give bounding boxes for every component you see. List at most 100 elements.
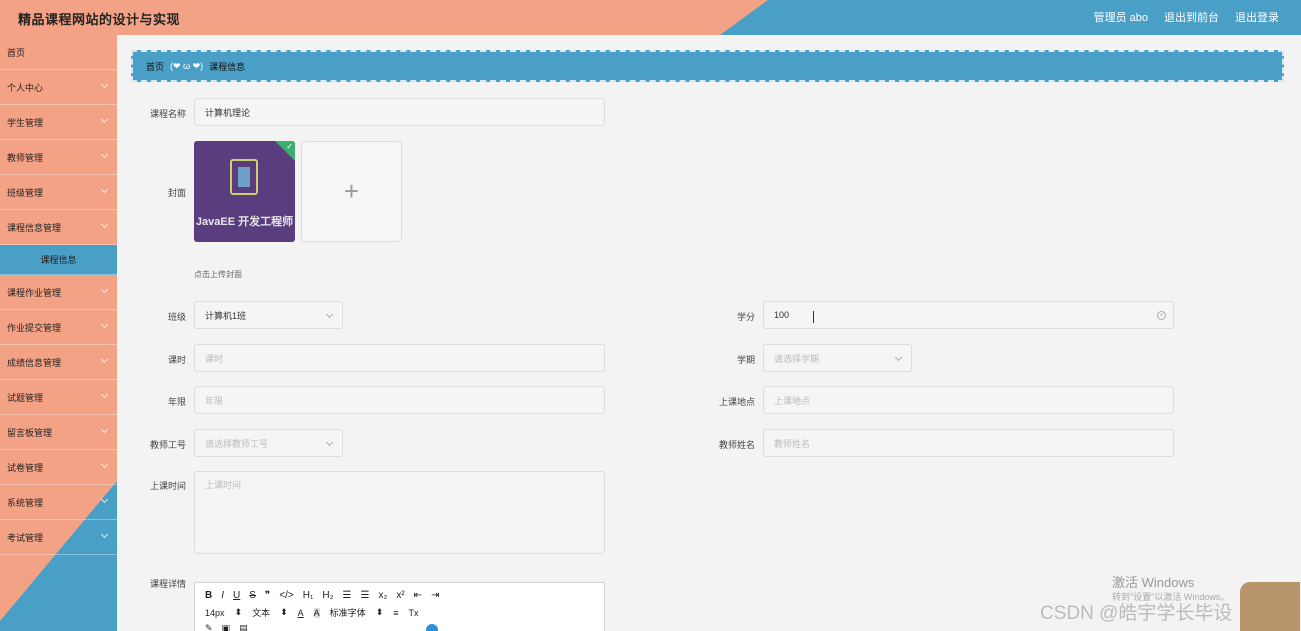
image-button[interactable]: ▣ [222, 623, 231, 631]
header-select[interactable]: 文本 [252, 606, 270, 619]
header-nav: 管理员 abo 退出到前台 退出登录 [1094, 9, 1279, 25]
sidebar-item-11[interactable]: 留言板管理 [0, 415, 117, 450]
credit-input[interactable]: 100 × [763, 301, 1174, 329]
code-button[interactable]: </> [279, 590, 293, 601]
scroll-handle[interactable] [426, 624, 438, 631]
chevron-down-icon [100, 530, 109, 539]
sidebar-item-1[interactable]: 个人中心 [0, 70, 117, 105]
teacher-id-select[interactable]: 请选择教师工号 [194, 429, 343, 457]
top-header: 精品课程网站的设计与实现 管理员 abo 退出到前台 退出登录 [0, 0, 1301, 35]
sidebar-item-13[interactable]: 系统管理 [0, 485, 117, 520]
chevron-down-icon [100, 460, 109, 469]
chevron-down-icon [100, 220, 109, 229]
font-color-button[interactable]: A [298, 608, 304, 618]
subscript-button[interactable]: x₂ [378, 590, 387, 601]
clear-icon[interactable]: × [1157, 311, 1166, 320]
site-title: 精品课程网站的设计与实现 [18, 12, 181, 27]
sidebar-item-0[interactable]: 首页 [0, 35, 117, 70]
class-select-value: 计算机1班 [205, 310, 247, 321]
credit-value: 100 [774, 310, 790, 320]
indent-button[interactable]: ⇥ [431, 590, 439, 601]
link-button[interactable]: ✎ [205, 623, 213, 631]
sidebar-item-6[interactable]: 课程信息 [0, 245, 117, 275]
years-input[interactable]: 年限 [194, 386, 605, 414]
sidebar-item-12[interactable]: 试卷管理 [0, 450, 117, 485]
editor-toolbar-row-2: 14px ⬍ 文本 ⬍ A A 标准字体 ⬍ ≡ Tx [205, 606, 419, 619]
sidebar-item-label: 课程作业管理 [7, 287, 62, 298]
chevron-down-icon [100, 80, 109, 89]
credit-label: 学分 [736, 312, 755, 322]
chevron-down-icon [100, 390, 109, 399]
chevron-down-icon [100, 425, 109, 434]
outdent-button[interactable]: ⇤ [414, 590, 422, 601]
admin-user-link[interactable]: 管理员 abo [1094, 9, 1148, 25]
upload-cover-button[interactable]: + [301, 141, 402, 242]
bullet-list-button[interactable]: ☰ [360, 590, 369, 601]
course-name-input[interactable]: 计算机理论 [194, 98, 605, 126]
cover-image[interactable]: JavaEE 开发工程师 ✓ [194, 141, 295, 242]
chevron-down-icon [100, 355, 109, 364]
location-input[interactable]: 上课地点 [763, 386, 1174, 414]
clear-format-button[interactable]: Tx [409, 608, 419, 618]
italic-button[interactable]: I [221, 590, 224, 601]
h1-button[interactable]: H₁ [303, 590, 314, 601]
sidebar-item-label: 试卷管理 [7, 462, 44, 473]
sidebar-item-2[interactable]: 学生管理 [0, 105, 117, 140]
chevron-down-icon [325, 310, 334, 319]
teacher-id-placeholder: 请选择教师工号 [205, 438, 269, 449]
sidebar-item-label: 班级管理 [7, 187, 44, 198]
bold-button[interactable]: B [205, 590, 212, 601]
chevron-updown-icon: ⬍ [280, 607, 288, 617]
superscript-button[interactable]: x² [396, 590, 404, 601]
font-family-select[interactable]: 标准字体 [330, 606, 366, 619]
sidebar-item-4[interactable]: 班级管理 [0, 175, 117, 210]
editor-toolbar-row-1: B I U S ❞ </> H₁ H₂ ☰ ☰ x₂ x² ⇤ ⇥ [205, 590, 439, 601]
sidebar-item-label: 留言板管理 [7, 427, 53, 438]
sidebar-item-label: 考试管理 [7, 532, 44, 543]
logout-link[interactable]: 退出登录 [1235, 9, 1279, 25]
class-time-textarea[interactable]: 上课时间 [194, 471, 605, 554]
sidebar-item-3[interactable]: 教师管理 [0, 140, 117, 175]
class-select[interactable]: 计算机1班 [194, 301, 343, 329]
breadcrumb-home[interactable]: 首页 [146, 60, 164, 73]
sidebar-item-5[interactable]: 课程信息管理 [0, 210, 117, 245]
windows-activate-watermark: 激活 Windows [1112, 575, 1195, 590]
chevron-updown-icon: ⬍ [375, 607, 384, 617]
hours-label: 课时 [167, 355, 186, 365]
strike-button[interactable]: S [249, 590, 256, 601]
course-name-label: 课程名称 [149, 109, 186, 119]
sidebar-item-7[interactable]: 课程作业管理 [0, 275, 117, 310]
editor-toolbar-row-3: ✎ ▣ ▤ [205, 623, 248, 631]
align-button[interactable]: ≡ [393, 608, 398, 618]
background-color-button[interactable]: A [313, 607, 320, 618]
video-button[interactable]: ▤ [239, 623, 248, 631]
chevron-down-icon [100, 320, 109, 329]
breadcrumb: 首页 (❤ ω ❤) 课程信息 [131, 50, 1284, 82]
ordered-list-button[interactable]: ☰ [343, 590, 352, 601]
chevron-down-icon [100, 185, 109, 194]
book-inner [238, 167, 250, 187]
sidebar-item-14[interactable]: 考试管理 [0, 520, 117, 555]
sidebar-item-label: 试题管理 [7, 392, 44, 403]
cover-image-text: JavaEE 开发工程师 [195, 216, 294, 228]
semester-select[interactable]: 请选择学期 [763, 344, 912, 372]
sidebar-item-8[interactable]: 作业提交管理 [0, 310, 117, 345]
underline-button[interactable]: U [233, 590, 240, 601]
sidebar-item-label: 首页 [7, 47, 26, 58]
hours-input[interactable]: 课时 [194, 344, 605, 372]
sidebar-item-label: 成绩信息管理 [7, 357, 62, 368]
teacher-id-label: 教师工号 [149, 440, 186, 450]
blockquote-button[interactable]: ❞ [265, 590, 270, 601]
sidebar-item-10[interactable]: 试题管理 [0, 380, 117, 415]
h2-button[interactable]: H₂ [322, 590, 333, 601]
text-cursor-icon [813, 311, 817, 323]
chevron-down-icon [100, 115, 109, 124]
sidebar-item-label: 课程信息管理 [7, 222, 62, 233]
exit-to-frontend-link[interactable]: 退出到前台 [1164, 9, 1219, 25]
sidebar-item-9[interactable]: 成绩信息管理 [0, 345, 117, 380]
font-size-select[interactable]: 14px [205, 608, 225, 618]
rich-text-editor[interactable]: B I U S ❞ </> H₁ H₂ ☰ ☰ x₂ x² ⇤ ⇥ 14px ⬍… [194, 582, 605, 631]
sidebar-item-label: 系统管理 [7, 497, 44, 508]
avatar [1240, 582, 1300, 631]
teacher-name-input[interactable]: 教师姓名 [763, 429, 1174, 457]
